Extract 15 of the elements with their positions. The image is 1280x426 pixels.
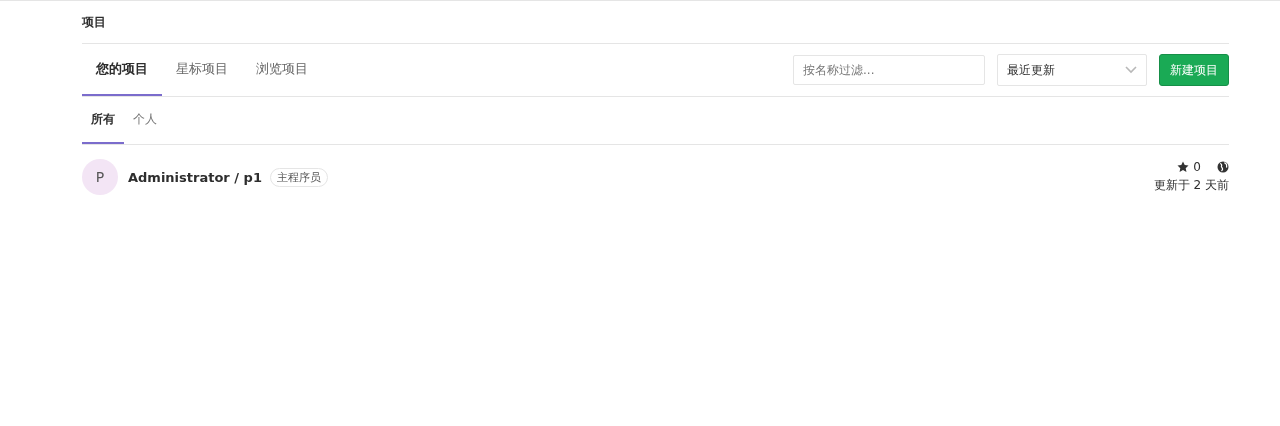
tab[interactable]: 星标项目 <box>162 44 242 96</box>
project-avatar[interactable]: P <box>82 159 118 195</box>
breadcrumb: 项目 <box>82 1 1229 44</box>
sort-dropdown[interactable]: 最近更新 <box>997 54 1147 86</box>
updated-time: 更新于 2 天前 <box>1153 177 1229 194</box>
filter-tab[interactable]: 个人 <box>124 97 166 144</box>
filter-field[interactable]: 按名称过滤... <box>793 55 985 85</box>
star-icon <box>1177 161 1190 173</box>
project-name[interactable]: Administrator / p1 <box>128 169 262 185</box>
star-count: 0 <box>1193 160 1201 174</box>
chevron-icon <box>1125 66 1137 74</box>
filter-tab[interactable]: 所有 <box>82 97 124 144</box>
tab[interactable]: 您的项目 <box>82 44 162 96</box>
globe-icon <box>1217 161 1229 173</box>
tab[interactable]: 浏览项目 <box>242 44 322 96</box>
